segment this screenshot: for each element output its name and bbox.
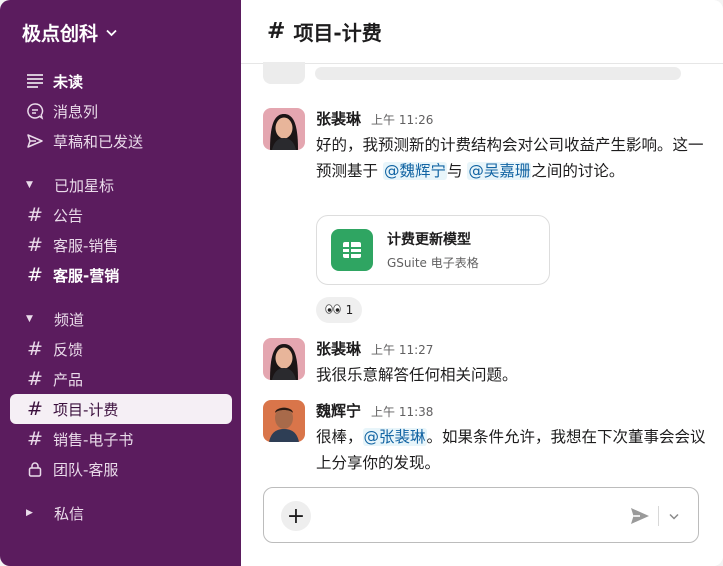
message-author[interactable]: 张裴琳	[316, 108, 361, 129]
sidebar-item-announcements[interactable]: # 公告	[10, 200, 232, 230]
add-attachment-button[interactable]: +	[281, 501, 311, 531]
chevron-down-icon	[106, 26, 117, 40]
channel-header[interactable]: # 项目-计费	[241, 0, 723, 64]
hash-icon: #	[27, 427, 43, 450]
hash-icon: #	[27, 233, 43, 256]
message-text-part: 之间的讨论。	[531, 162, 625, 180]
sidebar-item-label: 客服-营销	[53, 266, 120, 285]
section-label: 私信	[54, 504, 85, 523]
reaction-count: 1	[345, 303, 354, 317]
spreadsheet-icon	[331, 229, 373, 271]
channel-title: 项目-计费	[293, 21, 382, 45]
message-text: 我很乐意解答任何相关问题。	[316, 366, 518, 384]
send-icon	[24, 133, 46, 149]
sidebar-item-project-billing[interactable]: # 项目-计费	[10, 394, 232, 424]
eyes-emoji-icon	[324, 303, 341, 317]
sidebar-item-support-marketing[interactable]: # 客服-营销	[10, 260, 232, 290]
lock-icon	[24, 461, 46, 477]
chevron-down-icon	[669, 513, 679, 520]
sidebar-item-label: 项目-计费	[53, 400, 119, 419]
message-time[interactable]: 上午 11:38	[371, 403, 433, 420]
sidebar-item-label: 未读	[53, 72, 84, 91]
faded-message-line	[315, 67, 681, 80]
hash-icon: #	[267, 19, 286, 44]
sidebar-item-label: 客服-销售	[53, 236, 119, 255]
sidebar-item-sales-ebook[interactable]: # 销售-电子书	[10, 424, 232, 454]
workspace-switcher[interactable]: 极点创科	[22, 19, 117, 46]
sidebar-item-drafts[interactable]: 草稿和已发送	[10, 126, 232, 156]
sidebar-item-label: 销售-电子书	[53, 430, 134, 449]
user-mention[interactable]: @张裴琳	[362, 428, 427, 446]
message-text: 很棒，@张裴琳。如果条件允许，我想在下次董事会会议上分享你的发现。	[316, 424, 706, 476]
caret-down-icon: ▼	[26, 180, 33, 190]
send-button[interactable]	[628, 504, 652, 528]
caret-right-icon: ▶	[26, 508, 33, 518]
sidebar-item-threads[interactable]: 消息列	[10, 96, 232, 126]
section-label: 频道	[54, 310, 85, 329]
workspace-name: 极点创科	[22, 23, 99, 45]
attachment-title: 计费更新模型	[387, 232, 471, 248]
unread-icon	[24, 73, 46, 89]
user-mention[interactable]: @吴嘉珊	[467, 162, 532, 180]
message-text-part: 与	[446, 162, 468, 180]
reaction-button[interactable]: 1	[316, 297, 362, 323]
hash-icon: #	[27, 203, 43, 226]
faded-avatar	[263, 62, 305, 84]
section-starred[interactable]: ▼ 已加星标	[10, 170, 232, 200]
main-pane: # 项目-计费 张裴琳 上午 11:26 好的，我预测新的计费结构会对公司收益产…	[241, 0, 723, 566]
message-text-part: 很棒，	[316, 428, 363, 446]
sidebar-item-label: 反馈	[53, 340, 84, 359]
sidebar: 极点创科 未读 消息列 草稿和已发送 ▼ 已加星标 # 公告 # 客服-销售 #…	[0, 0, 241, 566]
message-time[interactable]: 上午 11:27	[371, 341, 433, 358]
hash-icon: #	[27, 367, 43, 390]
sidebar-item-feedback[interactable]: # 反馈	[10, 334, 232, 364]
hash-icon: #	[27, 263, 43, 286]
hash-icon: #	[27, 337, 43, 360]
sidebar-item-team-support[interactable]: 团队-客服	[10, 454, 232, 484]
sidebar-item-label: 草稿和已发送	[53, 132, 144, 151]
sidebar-item-label: 产品	[53, 370, 84, 389]
message-time[interactable]: 上午 11:26	[371, 111, 433, 128]
message-author[interactable]: 魏辉宁	[316, 400, 361, 421]
hash-icon: #	[27, 397, 43, 420]
sidebar-item-label: 团队-客服	[53, 460, 119, 479]
sidebar-item-product[interactable]: # 产品	[10, 364, 232, 394]
sidebar-item-unread[interactable]: 未读	[10, 66, 232, 96]
section-channels[interactable]: ▼ 频道	[10, 304, 232, 334]
divider	[658, 506, 659, 526]
message-author[interactable]: 张裴琳	[316, 338, 361, 359]
file-attachment[interactable]: 计费更新模型 GSuite 电子表格	[316, 215, 550, 285]
plus-icon: +	[286, 503, 306, 529]
message-text: 好的，我预测新的计费结构会对公司收益产生影响。这一预测基于 @魏辉宁与 @吴嘉珊…	[316, 132, 706, 184]
threads-icon	[24, 102, 46, 120]
message-composer[interactable]: +	[263, 487, 699, 543]
attachment-subtitle: GSuite 电子表格	[387, 256, 479, 270]
sidebar-item-label: 公告	[53, 206, 84, 225]
section-label: 已加星标	[54, 176, 115, 195]
avatar[interactable]	[263, 338, 305, 380]
send-icon	[631, 508, 649, 524]
caret-down-icon: ▼	[26, 314, 33, 324]
send-options-button[interactable]	[664, 505, 684, 527]
user-mention[interactable]: @魏辉宁	[382, 162, 447, 180]
section-dms[interactable]: ▶ 私信	[10, 498, 232, 528]
avatar[interactable]	[263, 108, 305, 150]
sidebar-item-label: 消息列	[53, 102, 99, 121]
avatar[interactable]	[263, 400, 305, 442]
sidebar-item-support-sales[interactable]: # 客服-销售	[10, 230, 232, 260]
app-window: 极点创科 未读 消息列 草稿和已发送 ▼ 已加星标 # 公告 # 客服-销售 #…	[0, 0, 723, 566]
